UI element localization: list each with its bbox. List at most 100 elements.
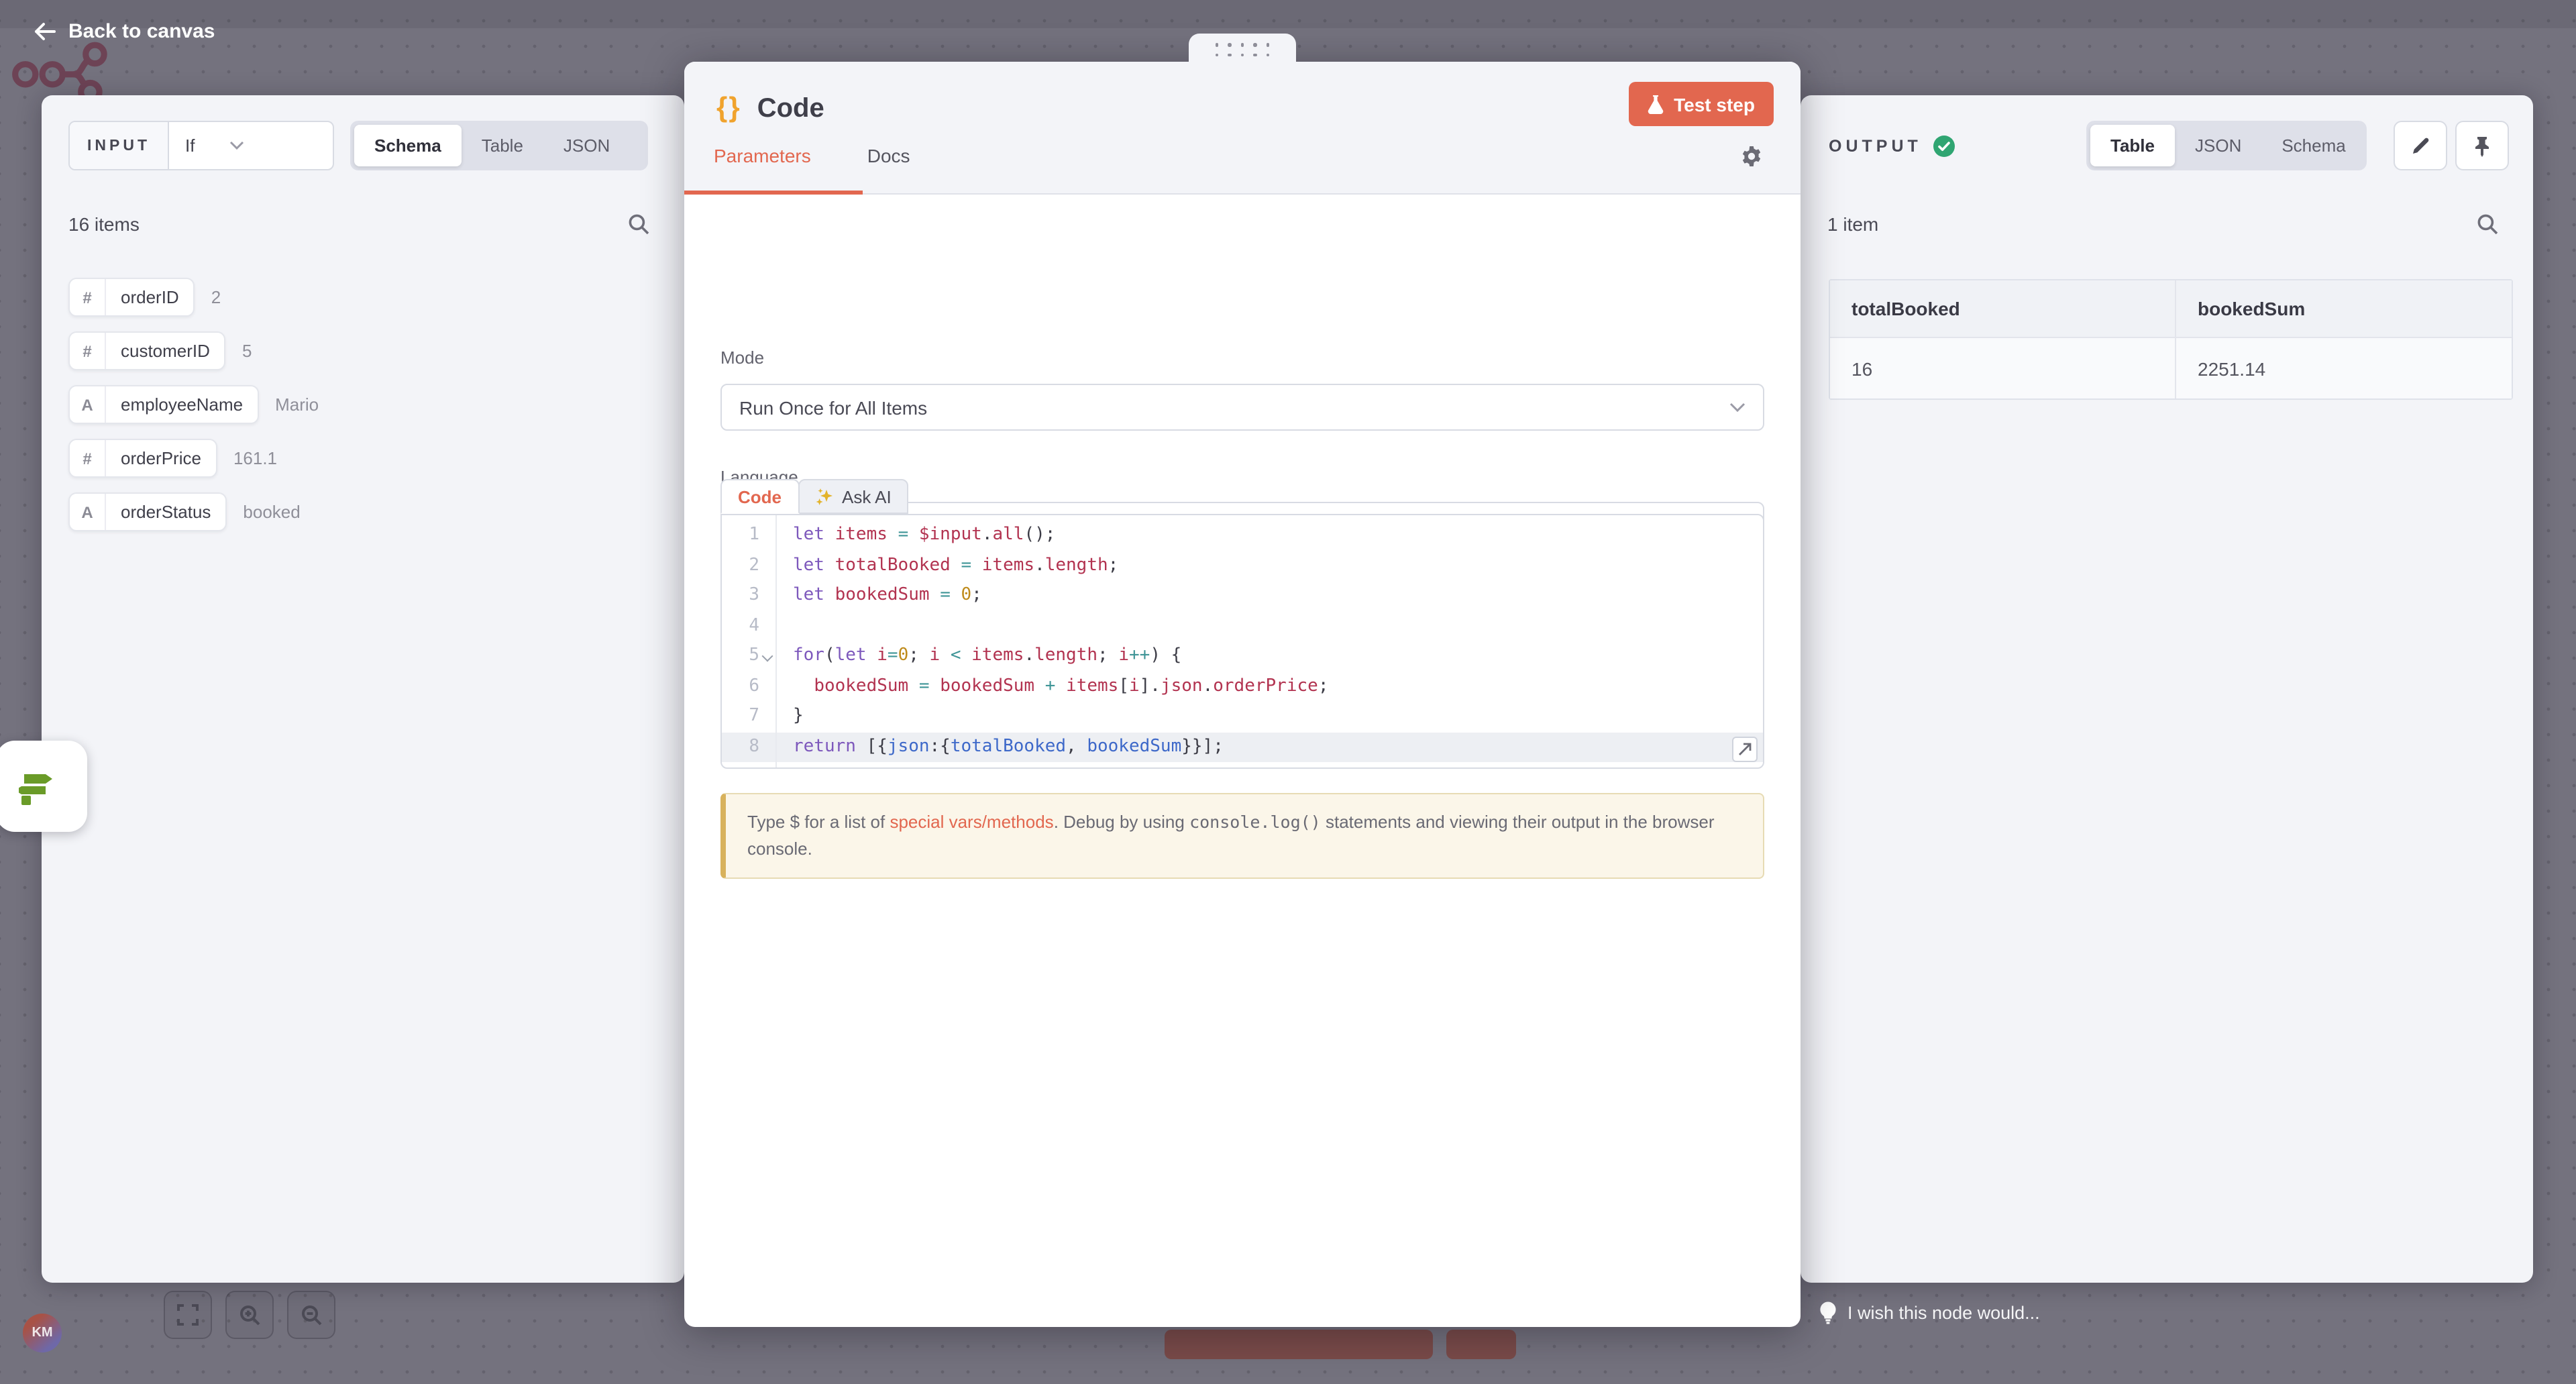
node-title[interactable]: Code (757, 93, 824, 124)
output-tab-table[interactable]: Table (2090, 125, 2175, 166)
string-type-icon: A (70, 494, 106, 530)
line-number: 1 (722, 521, 759, 551)
code-line[interactable]: 3let bookedSum = 0; (722, 581, 1763, 611)
input-search-button[interactable] (628, 213, 649, 235)
test-step-button[interactable]: Test step (1628, 82, 1774, 126)
code-line[interactable]: 5for(let i=0; i < items.length; i++) { (722, 641, 1763, 672)
fold-gutter (759, 702, 775, 732)
modal-drag-handle[interactable] (1189, 34, 1296, 66)
mode-label: Mode (720, 348, 764, 368)
table-cell: 2251.14 (2175, 338, 2512, 398)
output-table: totalBookedbookedSum162251.14 (1829, 279, 2513, 400)
schema-field-pill[interactable]: #customerID (68, 331, 226, 370)
fold-gutter (759, 581, 775, 611)
edit-output-button[interactable] (2394, 121, 2447, 170)
editor-tab-ask-ai[interactable]: Ask AI (798, 479, 909, 514)
screen: Back to canvas KM I wish this node would… (0, 0, 2576, 1384)
input-tab-json[interactable]: JSON (543, 125, 630, 166)
input-source-value: If (185, 136, 195, 156)
output-panel: OUTPUT Table JSON Schema 1 item totalBoo… (1801, 95, 2533, 1283)
input-view-tabs: Schema Table JSON (350, 121, 648, 170)
code-lines: 1 let items = $input.all();2let totalBook… (722, 515, 1763, 762)
tab-docs[interactable]: Docs (867, 145, 910, 180)
zoom-in-button[interactable] (225, 1291, 274, 1339)
schema-item[interactable]: #orderID2 (68, 279, 319, 315)
output-view-tabs: Table JSON Schema (2086, 121, 2367, 170)
code-text: let items = $input.all(); (775, 521, 1055, 551)
schema-field-value: booked (243, 502, 300, 522)
flask-icon (1647, 95, 1663, 113)
fold-gutter (759, 521, 775, 551)
code-line[interactable]: 7} (722, 702, 1763, 732)
schema-field-value: 5 (242, 341, 252, 361)
schema-item[interactable]: AorderStatus booked (68, 494, 319, 530)
lightbulb-icon (1819, 1301, 1837, 1324)
zoom-to-fit-button[interactable] (164, 1291, 212, 1339)
dimmed-canvas-button (1165, 1330, 1433, 1359)
back-label: Back to canvas (68, 20, 215, 43)
schema-field-value: Mario (275, 394, 319, 415)
code-line[interactable]: 1 let items = $input.all(); (722, 521, 1763, 551)
code-line[interactable]: 8return [{json:{totalBooked, bookedSum}}… (722, 732, 1763, 762)
chevron-down-icon (229, 141, 244, 150)
table-row[interactable]: 162251.14 (1830, 337, 2512, 398)
input-panel: INPUT If Schema Table JSON 16 items #ord… (42, 95, 684, 1283)
special-vars-link[interactable]: special vars/methods (890, 812, 1053, 832)
fold-gutter (759, 672, 775, 702)
node-feedback-link[interactable]: I wish this node would... (1819, 1301, 2040, 1324)
editor-tab-code[interactable]: Code (720, 479, 799, 514)
expand-editor-button[interactable] (1732, 737, 1758, 762)
fold-chevron-icon[interactable] (759, 641, 775, 672)
number-type-icon: # (70, 333, 106, 369)
table-cell: 16 (1830, 338, 2175, 398)
output-tab-json[interactable]: JSON (2175, 125, 2261, 166)
pencil-icon (2410, 136, 2430, 156)
input-tab-table[interactable]: Table (462, 125, 543, 166)
line-number: 8 (722, 732, 759, 762)
line-number: 5 (722, 641, 759, 672)
schema-field-pill[interactable]: #orderID (68, 278, 195, 317)
table-header-cell[interactable]: totalBooked (1830, 280, 2175, 337)
output-tab-schema[interactable]: Schema (2261, 125, 2365, 166)
code-line[interactable]: 6 bookedSum = bookedSum + items[i].json.… (722, 672, 1763, 702)
table-header-cell[interactable]: bookedSum (2175, 280, 2512, 337)
mode-select[interactable]: Run Once for All Items (720, 384, 1764, 431)
schema-item[interactable]: AemployeeName Mario (68, 386, 319, 423)
back-to-canvas-button[interactable]: Back to canvas (34, 20, 215, 43)
output-search-button[interactable] (2477, 213, 2498, 235)
line-number: 4 (722, 611, 759, 641)
code-editor[interactable]: 1 let items = $input.all();2let totalBook… (720, 514, 1764, 769)
line-number: 6 (722, 672, 759, 702)
schema-field-pill[interactable]: AorderStatus (68, 492, 227, 531)
zoom-in-icon (238, 1303, 261, 1326)
output-items-count: 1 item (1827, 213, 1878, 235)
input-label: INPUT (70, 122, 169, 169)
zoom-out-button[interactable] (287, 1291, 335, 1339)
drag-dots-icon (1215, 43, 1270, 56)
input-node-chip[interactable] (0, 741, 87, 832)
schema-field-name: customerID (106, 333, 225, 369)
input-tab-schema[interactable]: Schema (354, 125, 462, 166)
avatar[interactable]: KM (23, 1314, 62, 1352)
code-node-icon: {} (716, 93, 741, 125)
input-items-count: 16 items (68, 213, 140, 235)
input-source-select[interactable]: INPUT If (68, 121, 334, 170)
code-line[interactable]: 2let totalBooked = items.length; (722, 551, 1763, 581)
tab-parameters[interactable]: Parameters (714, 145, 811, 180)
code-text: let bookedSum = 0; (775, 581, 982, 611)
schema-item[interactable]: #customerID 5 (68, 333, 319, 369)
dimmed-canvas-button-small (1446, 1330, 1516, 1359)
pin-data-button[interactable] (2455, 121, 2509, 170)
schema-item[interactable]: #orderPrice161.1 (68, 440, 319, 476)
sparkles-icon (815, 488, 833, 505)
back-arrow-icon (34, 21, 56, 42)
schema-field-name: orderID (106, 279, 194, 315)
schema-field-pill[interactable]: #orderPrice (68, 439, 217, 478)
schema-field-name: orderPrice (106, 440, 216, 476)
code-line[interactable]: 4 (722, 611, 1763, 641)
fold-gutter (759, 611, 775, 641)
node-settings-button[interactable] (1740, 145, 1763, 168)
schema-field-pill[interactable]: AemployeeName (68, 385, 259, 424)
gutter-divider (775, 515, 777, 767)
schema-field-name: orderStatus (106, 494, 225, 530)
